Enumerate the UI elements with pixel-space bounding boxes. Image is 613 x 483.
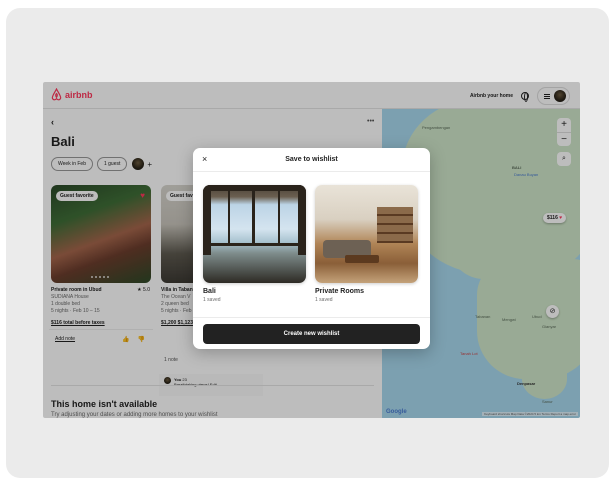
wishlist-cover-image[interactable] — [203, 185, 306, 283]
wishlist-count: 1 saved — [315, 297, 333, 303]
create-new-wishlist-button[interactable]: Create new wishlist — [203, 324, 420, 344]
save-to-wishlist-dialog: × Save to wishlist Bali 1 saved Private … — [193, 148, 430, 349]
dialog-footer-divider — [193, 317, 430, 318]
wishlist-name: Bali — [203, 288, 216, 295]
wishlist-cover-image[interactable] — [315, 185, 418, 283]
wishlist-item-bali[interactable]: Bali 1 saved — [203, 185, 306, 303]
wishlist-item-private-rooms[interactable]: Private Rooms 1 saved — [315, 185, 418, 303]
wishlist-name: Private Rooms — [315, 288, 365, 295]
wishlist-count: 1 saved — [203, 297, 221, 303]
dialog-title: Save to wishlist — [285, 156, 338, 163]
dialog-header: × Save to wishlist — [193, 148, 430, 172]
